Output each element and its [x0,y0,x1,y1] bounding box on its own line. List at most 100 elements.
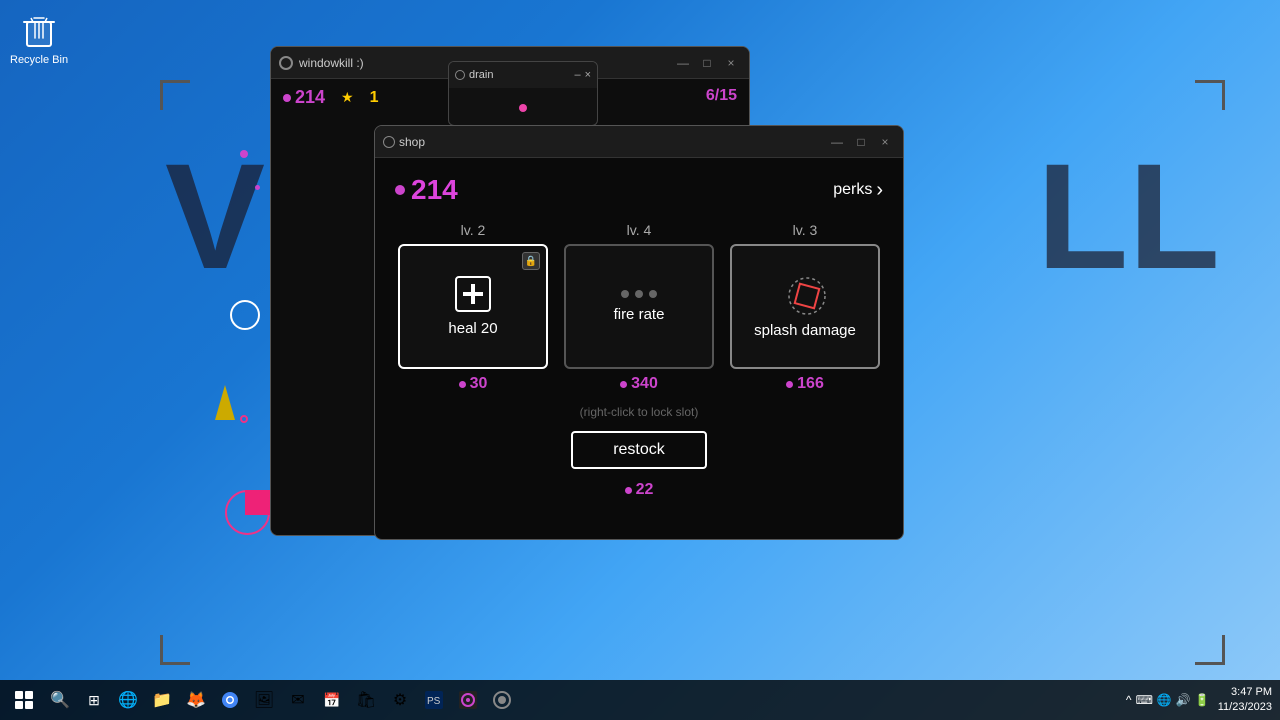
main-window-controls: — □ × [673,53,741,73]
title-circle-icon [279,56,293,70]
hud-hp-right: 6/15 [706,87,737,105]
currency-dot [395,185,405,195]
taskbar-time-value: 3:47 PM [1218,685,1272,700]
taskbar-search[interactable]: 🔍 [44,684,76,716]
restock-price: 22 [625,481,654,499]
firerate-price: 340 [620,375,658,393]
bg-rect-pink [245,490,270,515]
splash-card[interactable]: splash damage [730,244,880,369]
star-icon: ★ [341,89,354,106]
keyboard-icon[interactable]: ⌨ [1136,693,1153,707]
heal-icon [455,276,491,312]
drain-minimize-button[interactable]: – [574,69,580,81]
taskbar-firefox[interactable]: 🦊 [180,684,212,716]
shop-header: 214 perks › [395,174,883,206]
shop-close-button[interactable]: × [875,132,895,152]
bg-triangle [215,385,235,420]
bracket-tl [160,80,190,110]
shop-items: lv. 2 🔒 heal 20 30 [395,222,883,393]
taskbar-photos[interactable]: 🖼 [248,684,280,716]
drain-title: drain [469,69,493,81]
firerate-price-dot [620,381,627,388]
heal-price-value: 30 [470,375,488,393]
shop-item-splash: lv. 3 splash damage [730,222,880,393]
shop-minimize-button[interactable]: — [827,132,847,152]
shop-titlebar: shop — □ × [375,126,903,158]
bg-dot-1 [240,150,248,158]
bracket-br [1195,635,1225,665]
drain-close-button[interactable]: × [585,69,591,81]
taskbar-game-app1[interactable] [452,684,484,716]
maximize-button[interactable]: □ [697,53,717,73]
recycle-bin-label: Recycle Bin [10,54,68,66]
shop-hint: (right-click to lock slot) [580,405,699,419]
firerate-name: fire rate [614,306,665,324]
bg-dot-4 [240,415,248,423]
bg-circle-white [230,300,260,330]
main-game-title: windowkill :) [299,56,364,70]
chevron-icon[interactable]: ^ [1126,693,1132,707]
firerate-card[interactable]: fire rate [564,244,714,369]
bracket-bl [160,635,190,665]
restock-price-dot [625,487,632,494]
windows-icon [15,691,33,709]
hud-stats: 214 ★ 1 [283,87,379,108]
hud-hp: 214 [283,87,325,108]
perks-label: perks [833,181,872,199]
perks-button[interactable]: perks › [833,179,883,202]
heal-price: 30 [459,375,488,393]
volume-icon[interactable]: 🔊 [1176,693,1191,707]
taskbar-store[interactable]: 🛍 [350,684,382,716]
splash-price: 166 [786,375,824,393]
taskbar-chrome[interactable] [214,684,246,716]
taskbar-clock[interactable]: 3:47 PM 11/23/2023 [1218,685,1272,716]
fire-dot-2 [635,290,643,298]
shop-content: 214 perks › lv. 2 🔒 [375,158,903,539]
shop-item-firerate: lv. 4 fire rate 340 [564,222,714,393]
minimize-button[interactable]: — [673,53,693,73]
taskbar-circle-app[interactable] [486,684,518,716]
network-icon[interactable]: 🌐 [1157,693,1172,707]
splash-icon [785,274,825,314]
drain-dot [519,104,527,112]
heal-cross-v [471,284,475,304]
shop-window: shop — □ × 214 perks › [374,125,904,540]
bracket-tr [1195,80,1225,110]
taskbar-calendar[interactable]: 📅 [316,684,348,716]
bg-letter-v: V [165,130,265,303]
taskbar-edge[interactable]: 🌐 [112,684,144,716]
fire-dot-3 [649,290,657,298]
bg-dot-2 [255,185,260,190]
splash-price-dot [786,381,793,388]
battery-icon[interactable]: 🔋 [1195,693,1210,707]
currency-value: 214 [411,174,458,206]
fire-dot-1 [621,290,629,298]
heal-level: lv. 2 [461,222,486,238]
shop-item-heal: lv. 2 🔒 heal 20 30 [398,222,548,393]
recycle-bin-icon[interactable]: Recycle Bin [10,10,68,66]
taskbar-task-view[interactable]: ⊞ [78,684,110,716]
restock-button[interactable]: restock [571,431,707,469]
heal-card[interactable]: 🔒 heal 20 [398,244,548,369]
drain-circle-icon [455,70,465,80]
taskbar-explorer[interactable]: 📁 [146,684,178,716]
close-button[interactable]: × [721,53,741,73]
svg-text:PS: PS [427,696,441,707]
taskbar-mail[interactable]: ✉ [282,684,314,716]
bg-letter-ll: LL [1037,130,1220,303]
lock-icon: 🔒 [522,252,540,270]
shop-title: shop [399,135,425,149]
hp-value: 214 [295,87,325,108]
splash-level: lv. 3 [793,222,818,238]
fire-rate-icon [621,290,657,298]
taskbar-apps: 🔍 ⊞ 🌐 📁 🦊 🖼 ✉ 📅 🛍 ⚙ PS [44,684,1126,716]
start-button[interactable] [8,684,40,716]
shop-circle-icon [383,136,395,148]
drain-titlebar: drain – × [449,62,597,88]
heal-price-dot [459,381,466,388]
shop-maximize-button[interactable]: □ [851,132,871,152]
taskbar-settings[interactable]: ⚙ [384,684,416,716]
taskbar-terminal[interactable]: PS [418,684,450,716]
splash-price-value: 166 [797,375,824,393]
taskbar: 🔍 ⊞ 🌐 📁 🦊 🖼 ✉ 📅 🛍 ⚙ PS [0,680,1280,720]
